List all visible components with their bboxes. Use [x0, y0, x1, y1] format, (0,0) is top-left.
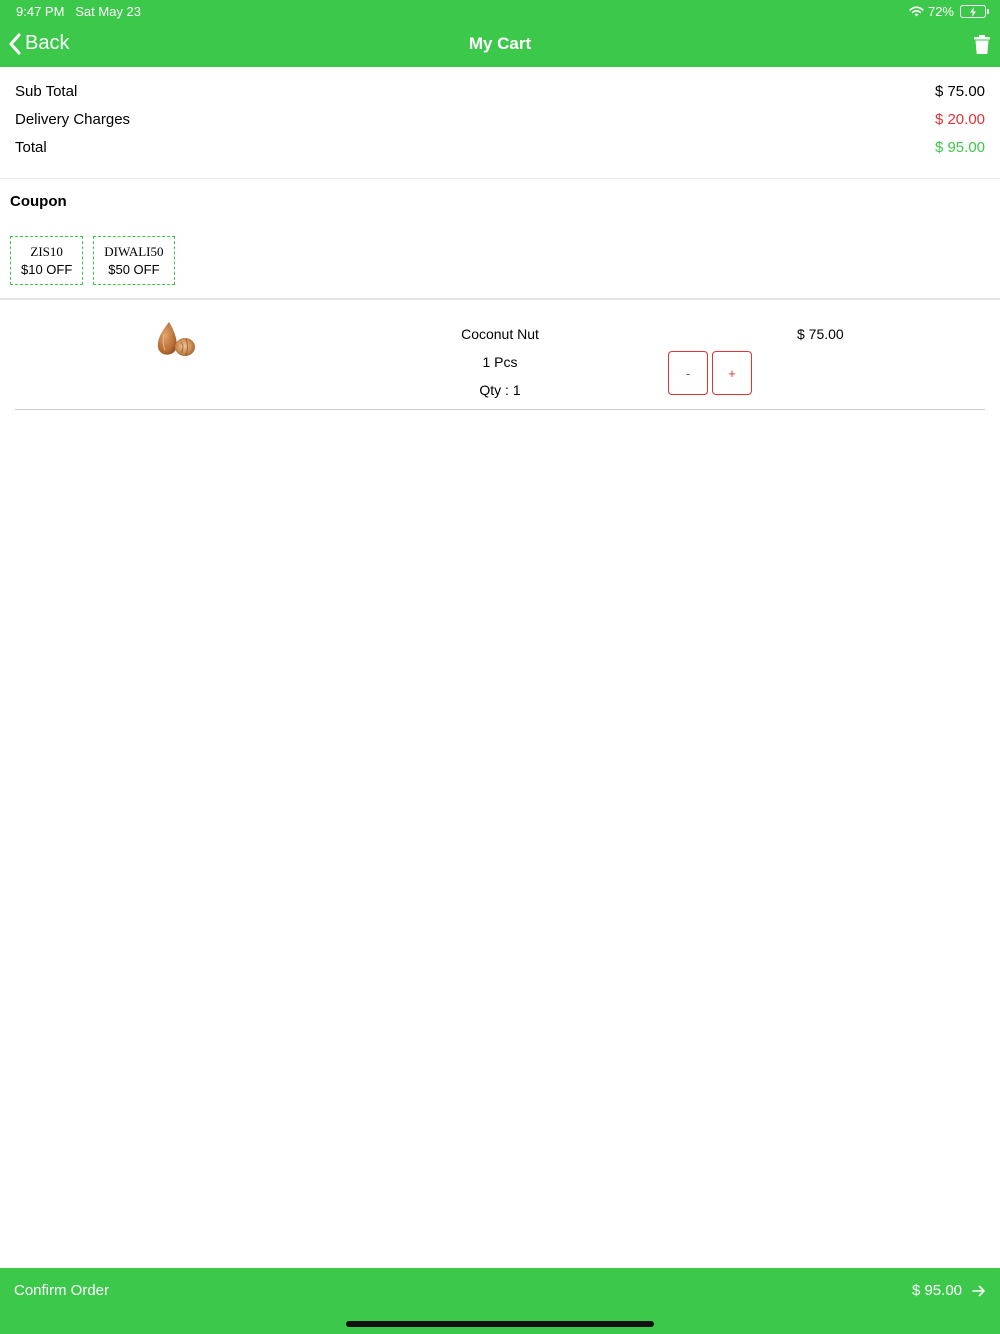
coupon-zis10[interactable]: ZIS10 $10 OFF [10, 236, 84, 285]
arrow-right-icon [972, 1285, 985, 1296]
wifi-icon [909, 6, 924, 17]
battery-percent: 72% [927, 4, 954, 19]
coupon-code: DIWALI50 [104, 244, 164, 259]
page-title: My Cart [468, 34, 532, 53]
confirm-order-button[interactable]: Confirm Order $ 95.00 [0, 1268, 1000, 1334]
coupon-title: Coupon [10, 193, 67, 210]
total-value: $ 95.00 [934, 138, 985, 156]
subtotal-row: Sub Total $ 75.00 [15, 79, 985, 103]
product-info: Coconut Nut 1 Pcs Qty : 1 [400, 320, 600, 404]
coupon-discount: $10 OFF [21, 262, 73, 277]
clear-cart-button[interactable] [974, 35, 990, 59]
total-row: Total $ 95.00 [15, 135, 985, 159]
product-qty: Qty : 1 [479, 382, 521, 398]
product-name: Coconut Nut [461, 326, 539, 342]
subtotal-label: Sub Total [15, 82, 78, 100]
product-price: $ 75.00 [797, 326, 844, 342]
status-time: 9:47 PM Sat May 23 [16, 4, 142, 19]
app-header: 9:47 PM Sat May 23 72% Back My Cart [0, 0, 1000, 67]
charging-bolt-icon [970, 6, 976, 17]
coupon-discount: $50 OFF [108, 262, 160, 277]
delivery-label: Delivery Charges [15, 110, 131, 128]
cart-item: Coconut Nut 1 Pcs Qty : 1 $ 75.00 - + [15, 300, 985, 410]
decrease-qty-button[interactable]: - [668, 351, 708, 395]
footer-total-value: $ 95.00 [911, 1282, 962, 1299]
increase-qty-button[interactable]: + [712, 351, 752, 395]
delivery-row: Delivery Charges $ 20.00 [15, 107, 985, 131]
trash-icon [974, 35, 990, 54]
footer-total: $ 95.00 [912, 1282, 986, 1299]
coupon-code: ZIS10 [30, 244, 63, 259]
home-indicator [346, 1321, 654, 1327]
product-image [157, 322, 195, 356]
confirm-order-label: Confirm Order [14, 1282, 110, 1299]
delivery-value: $ 20.00 [934, 110, 985, 128]
coupon-list: ZIS10 $10 OFF DIWALI50 $50 OFF [10, 236, 175, 285]
subtotal-value: $ 75.00 [934, 82, 985, 100]
total-label: Total [15, 138, 47, 156]
battery-icon [960, 5, 989, 18]
order-summary: Sub Total $ 75.00 Delivery Charges $ 20.… [0, 67, 1000, 179]
coupon-diwali50[interactable]: DIWALI50 $50 OFF [93, 236, 175, 285]
product-unit: 1 Pcs [482, 354, 518, 370]
status-indicators: 72% [909, 4, 989, 19]
